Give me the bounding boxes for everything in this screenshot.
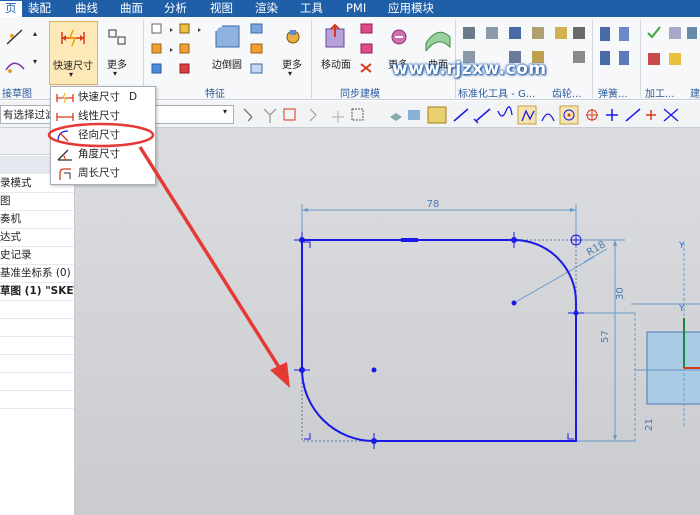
- highlight-annotation: [47, 122, 290, 388]
- highlight-ellipse: [47, 122, 155, 148]
- highlight-arrow: [138, 146, 284, 373]
- highlight-arrow-head: [270, 362, 290, 388]
